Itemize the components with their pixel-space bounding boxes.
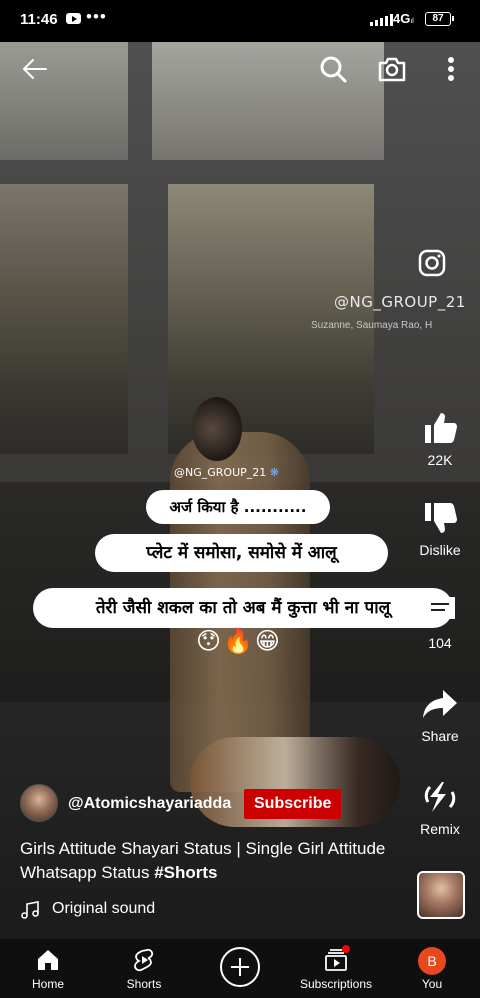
music-note-icon	[21, 901, 39, 919]
channel-name[interactable]: @Atomicshayariadda	[68, 795, 231, 813]
user-avatar: B	[418, 947, 446, 975]
notification-dot	[342, 945, 350, 953]
remix-button[interactable]: Remix	[400, 779, 480, 837]
camera-button[interactable]	[377, 54, 407, 84]
more-notifications-icon: •••	[86, 7, 107, 26]
shorts-hashtag[interactable]: #Shorts	[154, 863, 217, 882]
network-type: 4Gıl	[393, 11, 414, 26]
more-vertical-icon	[448, 57, 454, 81]
status-time: 11:46	[20, 11, 58, 28]
like-button[interactable]: 22K	[400, 410, 480, 468]
camera-icon	[378, 57, 406, 82]
channel-avatar[interactable]	[20, 784, 58, 822]
comments-button[interactable]: 104	[400, 593, 480, 651]
nav-you[interactable]: B You	[384, 939, 480, 998]
comment-icon	[425, 597, 455, 626]
search-icon	[320, 56, 347, 83]
shorts-icon	[134, 948, 154, 972]
battery-icon: 87	[425, 12, 454, 26]
bottom-nav: Home Shorts Subscriptions B You	[0, 939, 480, 998]
dislike-label: Dislike	[419, 542, 461, 558]
dislike-button[interactable]: Dislike	[400, 500, 480, 558]
home-icon	[38, 950, 58, 970]
nav-subscriptions[interactable]: Subscriptions	[288, 939, 384, 998]
nav-home[interactable]: Home	[0, 939, 96, 998]
watermark-handle: @NG_GROUP_21	[334, 293, 466, 311]
overlay-line-1: अर्ज किया है ...........	[146, 490, 330, 524]
remix-icon	[424, 782, 456, 812]
sound-thumbnail[interactable]	[417, 871, 465, 919]
share-icon	[423, 690, 457, 718]
nav-subscriptions-label: Subscriptions	[299, 977, 373, 991]
video-person-head	[192, 397, 242, 461]
nav-you-label: You	[421, 977, 443, 991]
plus-icon	[220, 947, 260, 987]
nav-shorts-label: Shorts	[126, 977, 162, 991]
top-controls	[0, 50, 480, 90]
remix-label: Remix	[420, 821, 460, 837]
instagram-icon	[417, 248, 447, 278]
video-title[interactable]: Girls Attitude Shayari Status | Single G…	[20, 837, 390, 885]
nav-home-label: Home	[31, 977, 64, 991]
more-options-button[interactable]	[436, 54, 466, 84]
sound-label: Original sound	[52, 900, 156, 917]
nav-shorts[interactable]: Shorts	[96, 939, 192, 998]
share-label: Share	[421, 728, 459, 744]
search-button[interactable]	[318, 54, 348, 84]
comment-count: 104	[428, 635, 452, 651]
window-pane	[0, 184, 128, 454]
butterfly-icon: ❋	[266, 466, 279, 479]
channel-row: @Atomicshayariadda Subscribe	[20, 784, 380, 824]
share-button[interactable]: Share	[400, 686, 480, 744]
like-count: 22K	[427, 452, 453, 468]
back-button[interactable]	[20, 54, 50, 84]
subscribe-button[interactable]: Subscribe	[244, 789, 342, 819]
overlay-line-3: तेरी जैसी शकल का तो अब मैं कुत्ता भी ना …	[33, 588, 453, 628]
thumbs-down-icon	[425, 503, 457, 533]
overlay-handle: @NG_GROUP_21 ❋	[174, 466, 279, 479]
overlay-emojis: 😯🔥😁	[196, 628, 282, 655]
overlay-line-2: प्लेट में समोसा, समोसे में आलू	[95, 534, 388, 572]
thumbs-up-icon	[425, 413, 457, 443]
youtube-notification-icon	[66, 13, 81, 24]
signal-icon	[370, 14, 393, 26]
nav-create[interactable]	[192, 939, 288, 998]
status-bar: 11:46 ••• 4Gıl 87	[0, 0, 480, 42]
arrow-left-icon	[23, 59, 47, 79]
watermark-credit: Suzanne, Saumaya Rao, H	[311, 320, 433, 331]
